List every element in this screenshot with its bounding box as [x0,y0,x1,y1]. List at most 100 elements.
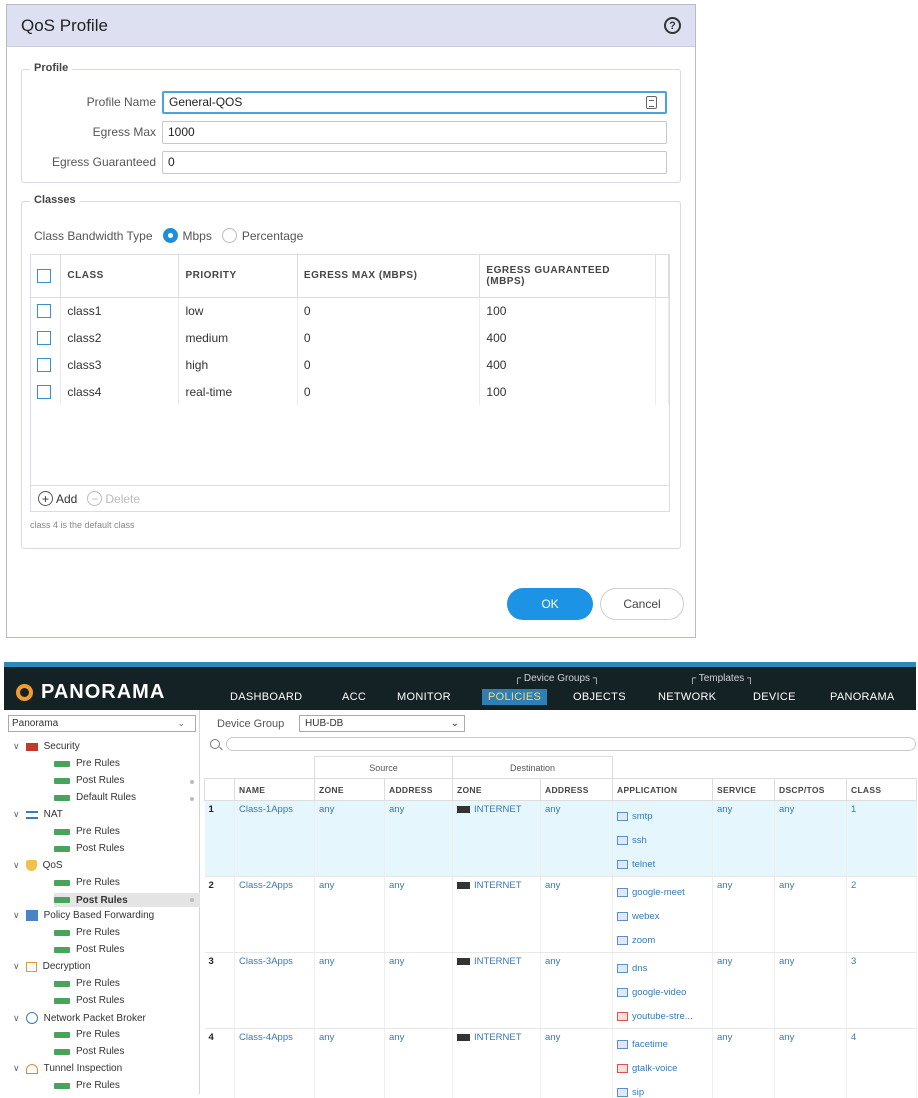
rule-dscp[interactable]: any [774,876,847,953]
rule-src-address[interactable]: any [384,1028,453,1098]
cancel-button[interactable]: Cancel [600,588,684,620]
class-name[interactable]: class1 [60,297,180,324]
tree-nat-pre-rules[interactable]: Pre Rules [54,826,120,837]
rule-dst-zone[interactable]: INTERNET [452,1028,541,1098]
tree-security-post-rules[interactable]: Post Rules [54,775,124,786]
rule-dscp[interactable]: any [774,1028,847,1098]
tree-qos[interactable]: ∨ QoS [13,860,63,871]
table-row[interactable]: 1 Class-1Apps any any INTERNET any smtp … [204,800,917,877]
tree-npb[interactable]: ∨ Network Packet Broker [13,1012,146,1024]
delete-button[interactable]: − Delete [87,491,140,506]
rule-dst-zone[interactable]: INTERNET [452,800,541,877]
app-item[interactable]: smtp [617,804,708,828]
rule-src-zone[interactable]: any [314,952,385,1029]
table-row[interactable]: 2 Class-2Apps any any INTERNET any googl… [204,876,917,953]
tree-pbf-pre-rules[interactable]: Pre Rules [54,927,120,938]
select-all-checkbox[interactable] [37,268,51,283]
tree-decryption-post-rules[interactable]: Post Rules [54,995,124,1006]
context-select[interactable]: Panorama ⌄ [8,715,196,732]
app-item[interactable]: telnet [617,852,708,876]
col-service[interactable]: SERVICE [712,778,775,801]
class-row[interactable]: class3 high 0 400 [31,351,669,378]
tree-security-pre-rules[interactable]: Pre Rules [54,758,120,769]
class-name[interactable]: class4 [60,378,180,405]
col-dst-address[interactable]: ADDRESS [540,778,613,801]
tree-tunnel-pre-rules[interactable]: Pre Rules [54,1080,120,1091]
rule-service[interactable]: any [712,952,775,1029]
rule-service[interactable]: any [712,800,775,877]
col-application[interactable]: APPLICATION [612,778,713,801]
app-item[interactable]: google-video [617,980,708,1004]
search-input[interactable] [226,737,916,751]
tree-npb-post-rules[interactable]: Post Rules [54,1046,124,1057]
col-egress-max[interactable]: EGRESS MAX (MBPS) [297,255,481,298]
rule-dst-address[interactable]: any [540,800,613,877]
row-checkbox[interactable] [37,384,51,399]
app-item[interactable]: sip [617,1080,708,1098]
rule-dscp[interactable]: any [774,952,847,1029]
nav-network[interactable]: NETWORK [658,691,716,703]
rule-service[interactable]: any [712,876,775,953]
rule-name[interactable]: Class-3Apps [234,952,315,1029]
nav-objects[interactable]: OBJECTS [573,691,626,703]
tree-tunnel[interactable]: ∨ Tunnel Inspection [13,1063,122,1074]
rule-src-address[interactable]: any [384,952,453,1029]
row-checkbox[interactable] [37,357,51,372]
tree-npb-pre-rules[interactable]: Pre Rules [54,1029,120,1040]
class-row[interactable]: class2 medium 0 400 [31,324,669,351]
rule-src-zone[interactable]: any [314,876,385,953]
col-priority[interactable]: PRIORITY [178,255,298,298]
app-item[interactable]: dns [617,956,708,980]
mbps-label[interactable]: Mbps [183,229,212,243]
nav-acc[interactable]: ACC [342,691,366,703]
tree-qos-post-rules[interactable]: Post Rules [54,893,200,907]
table-row[interactable]: 3 Class-3Apps any any INTERNET any dns g… [204,952,917,1029]
app-item[interactable]: ssh [617,828,708,852]
tree-security[interactable]: ∨ Security [13,741,80,752]
tree-decryption-pre-rules[interactable]: Pre Rules [54,978,120,989]
rule-name[interactable]: Class-2Apps [234,876,315,953]
app-item[interactable]: google-meet [617,880,708,904]
col-name[interactable]: NAME [234,778,315,801]
rule-dst-address[interactable]: any [540,876,613,953]
rule-dst-zone[interactable]: INTERNET [452,876,541,953]
row-checkbox[interactable] [37,304,51,319]
rule-name[interactable]: Class-1Apps [234,800,315,877]
col-src-address[interactable]: ADDRESS [384,778,453,801]
tree-pbf-post-rules[interactable]: Post Rules [54,944,124,955]
col-src-zone[interactable]: ZONE [314,778,385,801]
tree-decryption[interactable]: ∨ Decryption [13,961,90,972]
egress-guaranteed-input[interactable] [162,150,667,174]
tree-nat[interactable]: ∨ NAT [13,809,63,820]
app-item[interactable]: zoom [617,928,708,952]
app-item[interactable]: gtalk-voice [617,1056,708,1080]
app-item[interactable]: facetime [617,1032,708,1056]
mbps-radio[interactable] [162,228,178,243]
rule-dst-address[interactable]: any [540,1028,613,1098]
profile-name-input[interactable] [162,90,667,114]
rule-service[interactable]: any [712,1028,775,1098]
col-class[interactable]: CLASS [60,255,180,298]
egress-max-input[interactable] [162,120,667,144]
rule-dst-address[interactable]: any [540,952,613,1029]
class-row[interactable]: class4 real-time 0 100 [31,378,669,405]
rule-class[interactable]: 2 [846,876,917,953]
class-row[interactable]: class1 low 0 100 [31,297,669,324]
rule-src-zone[interactable]: any [314,800,385,877]
class-name[interactable]: class3 [60,351,180,378]
rule-class[interactable]: 1 [846,800,917,877]
list-icon[interactable] [646,95,657,109]
percentage-label[interactable]: Percentage [242,229,303,243]
device-group-select[interactable]: HUB-DB ⌄ [299,715,465,732]
ok-button[interactable]: OK [507,588,593,620]
help-icon[interactable]: ? [664,17,681,34]
tree-security-default-rules[interactable]: Default Rules [54,792,136,803]
rule-name[interactable]: Class-4Apps [234,1028,315,1098]
nav-device[interactable]: DEVICE [753,691,796,703]
app-item[interactable]: youtube-stre... [617,1004,708,1028]
col-dst-zone[interactable]: ZONE [452,778,541,801]
tree-qos-pre-rules[interactable]: Pre Rules [54,877,120,888]
rule-dst-zone[interactable]: INTERNET [452,952,541,1029]
tree-nat-post-rules[interactable]: Post Rules [54,843,124,854]
app-item[interactable]: webex [617,904,708,928]
